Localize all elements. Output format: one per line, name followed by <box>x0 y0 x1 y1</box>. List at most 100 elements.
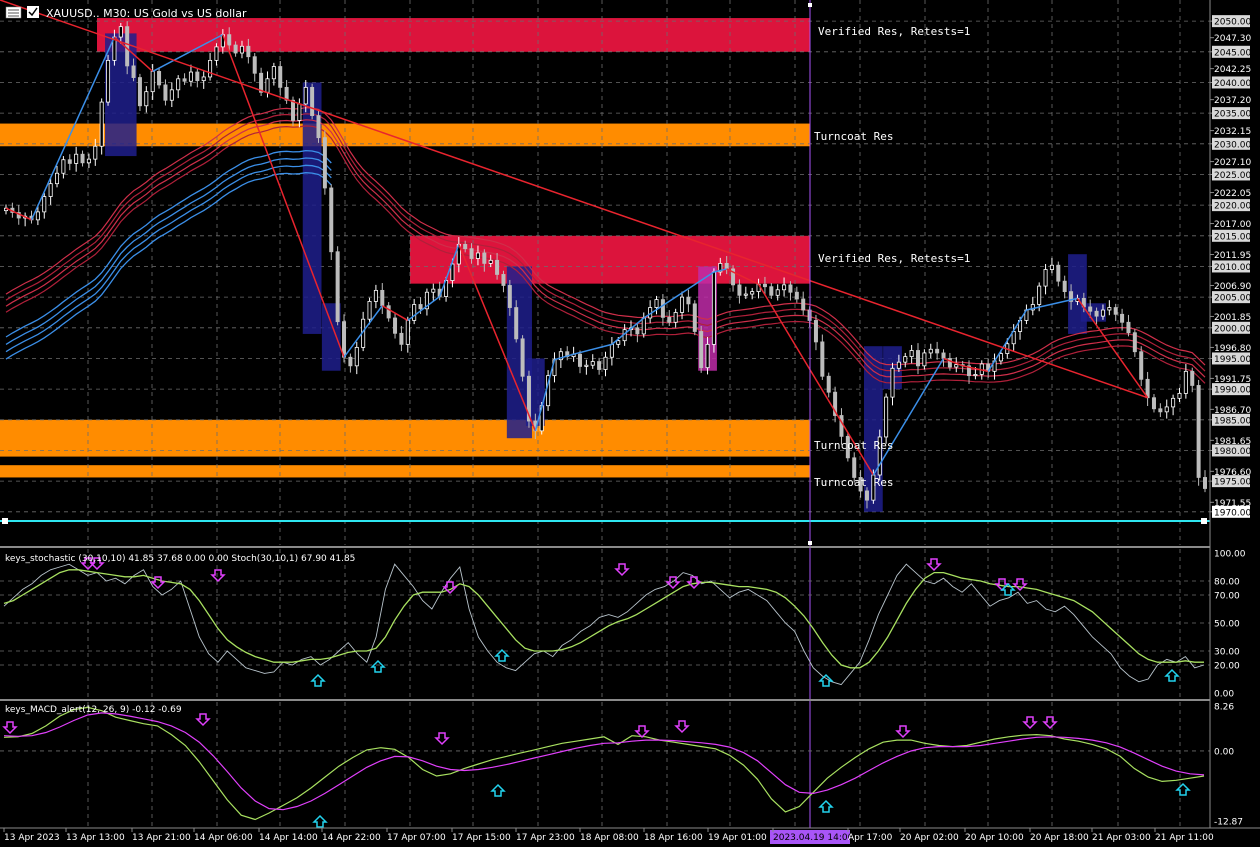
candle-body <box>188 71 193 82</box>
crosshair-handle-bottom[interactable] <box>808 541 812 545</box>
candle-body <box>310 86 315 116</box>
candle-body <box>609 343 614 358</box>
price-axis-label: 2022.05 <box>1214 189 1251 199</box>
candle-body <box>278 66 283 88</box>
zone-label-turncoat-res-2: Turncoat Res <box>814 439 893 452</box>
candle-body <box>769 286 774 296</box>
candle-body <box>335 251 340 323</box>
price-axis-label: 2037.20 <box>1214 96 1251 106</box>
price-axis-label: 2020.00 <box>1214 202 1251 212</box>
time-axis-label: 18 Apr 08:00 <box>580 833 639 843</box>
candle-body <box>418 304 423 310</box>
support-line-handle-right[interactable] <box>1201 518 1207 524</box>
candle-body <box>239 45 244 54</box>
symbol-box-icon[interactable] <box>27 6 39 18</box>
candle-body <box>597 361 602 370</box>
candle-body <box>1190 370 1195 386</box>
candle-body <box>176 78 181 91</box>
time-axis-label: 17 Apr 23:00 <box>516 833 575 843</box>
trading-chart[interactable]: Verified Res, Retests=1 Turncoat Res Ver… <box>0 0 1260 847</box>
candle-body <box>297 103 302 121</box>
sr-zone <box>0 465 810 478</box>
candle-body <box>1183 370 1188 394</box>
time-axis-label: 17 Apr 15:00 <box>452 833 511 843</box>
crosshair-handle-top[interactable] <box>808 3 812 7</box>
stoch-axis-label: 0.00 <box>1214 690 1234 700</box>
candle-body <box>412 304 417 321</box>
candle-body <box>1107 307 1112 311</box>
time-axis-label: 13 Apr 13:00 <box>66 833 125 843</box>
candle-body <box>367 301 372 320</box>
candle-body <box>788 284 793 293</box>
candle-body <box>737 284 742 296</box>
candle-body <box>61 159 66 174</box>
candle-body <box>163 84 168 101</box>
price-axis-label: 2001.85 <box>1214 313 1251 323</box>
candle-body <box>1100 309 1105 317</box>
candle-body <box>271 66 276 80</box>
price-axis-label: 2042.25 <box>1214 65 1251 75</box>
price-axis-label: 2045.00 <box>1214 48 1251 58</box>
candle-body <box>1062 280 1067 293</box>
candle-body <box>973 374 978 377</box>
candle-body <box>227 34 232 46</box>
candle-body <box>405 320 410 345</box>
price-axis-label: 1980.00 <box>1214 447 1251 457</box>
candle-body <box>1139 351 1144 380</box>
candle-body <box>74 153 79 164</box>
candle-body <box>125 26 130 67</box>
candle-body <box>699 331 704 369</box>
candle-body <box>762 283 767 288</box>
time-axis-label: 14 Apr 14:00 <box>259 833 318 843</box>
candle-body <box>1132 332 1137 353</box>
stoch-axis-label: 80.00 <box>1214 578 1240 588</box>
candle-body <box>233 44 238 54</box>
candle-body <box>743 293 748 296</box>
candle-body <box>654 299 659 308</box>
price-axis-label: 2035.00 <box>1214 110 1251 120</box>
candle-body <box>495 259 500 275</box>
candle-body <box>941 352 946 359</box>
candle-body <box>520 338 525 377</box>
candle-body <box>265 78 270 93</box>
candle-body <box>354 347 359 367</box>
candle-body <box>903 356 908 363</box>
candle-body <box>463 243 468 250</box>
time-axis-label: 14 Apr 22:00 <box>322 833 381 843</box>
candle-body <box>150 71 155 93</box>
candle-body <box>864 490 869 501</box>
candle-body <box>1113 307 1118 315</box>
time-axis-label: 18 Apr 16:00 <box>644 833 703 843</box>
candle-body <box>93 145 98 160</box>
candle-body <box>131 65 136 78</box>
support-line-handle-left[interactable] <box>2 518 8 524</box>
candle-body <box>303 86 308 105</box>
stochastic-title: keys_stochastic (30,10,10) 41.85 37.68 0… <box>5 554 355 564</box>
candle-body <box>782 284 787 291</box>
candle-body <box>641 317 646 335</box>
candle-body <box>48 183 53 197</box>
candle-body <box>667 316 672 323</box>
price-axis-label: 2015.00 <box>1214 232 1251 242</box>
candle-body <box>692 303 697 332</box>
candle-body <box>55 172 60 185</box>
candle-body <box>820 341 825 377</box>
candle-body <box>916 350 921 367</box>
candle-body <box>67 159 72 164</box>
stoch-axis-label: 70.00 <box>1214 592 1240 602</box>
time-axis-label: Apr 17:00 <box>848 833 893 843</box>
candle-body <box>322 137 327 189</box>
zone-label-verified-res-2: Verified Res, Retests=1 <box>818 252 970 265</box>
zone-label-turncoat-res-3: Turncoat Res <box>814 476 893 489</box>
macd-axis-label: 8.26 <box>1214 703 1234 713</box>
candle-body <box>348 356 353 367</box>
candle-body <box>750 291 755 295</box>
candle-body <box>475 252 480 259</box>
macd-axis-label: 0.00 <box>1214 747 1234 757</box>
zone-label-turncoat-res-1: Turncoat Res <box>814 130 893 143</box>
candle-body <box>488 259 493 264</box>
candle-body <box>890 367 895 398</box>
candle-body <box>482 252 487 264</box>
candle-body <box>501 274 506 286</box>
candle-body <box>1203 477 1208 489</box>
